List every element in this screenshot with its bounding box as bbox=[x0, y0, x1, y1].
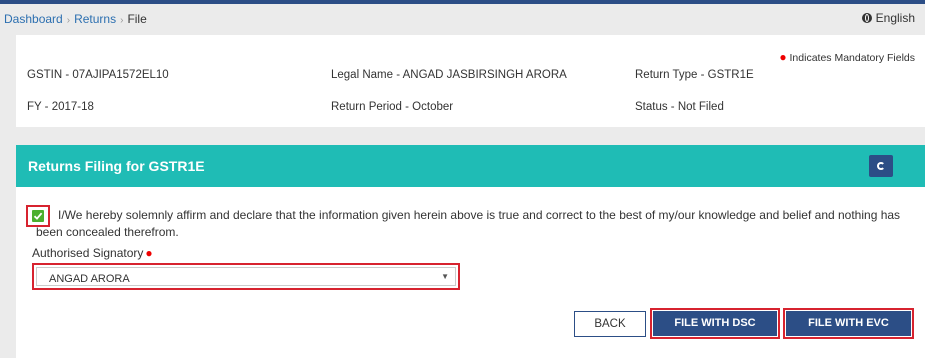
signatory-label-text: Authorised Signatory bbox=[32, 246, 144, 260]
refresh-button[interactable] bbox=[869, 155, 893, 177]
returns-filing-panel: Returns Filing for GSTR1E I/We hereby so… bbox=[16, 145, 925, 358]
globe-icon bbox=[861, 13, 872, 23]
mandatory-note-text: Indicates Mandatory Fields bbox=[789, 52, 915, 64]
top-accent-bar bbox=[0, 0, 925, 4]
return-period: Return Period - October bbox=[331, 101, 454, 113]
required-dot-icon: ● bbox=[779, 50, 787, 64]
breadcrumb-current: File bbox=[127, 12, 147, 26]
filing-title: Returns Filing for GSTR1E bbox=[28, 158, 205, 174]
file-with-dsc-label: FILE WITH DSC bbox=[653, 311, 777, 336]
financial-year: FY - 2017-18 bbox=[27, 101, 94, 113]
return-type: Return Type - GSTR1E bbox=[635, 69, 754, 81]
breadcrumb: Dashboard › Returns › File bbox=[4, 12, 147, 26]
breadcrumb-separator: › bbox=[66, 15, 71, 26]
signatory-select-box: ANGAD ARORA ▼ bbox=[36, 267, 456, 286]
return-info-card: ● Indicates Mandatory Fields GSTIN - 07A… bbox=[16, 35, 925, 127]
declaration-checkbox[interactable] bbox=[26, 205, 50, 227]
signatory-select[interactable]: ANGAD ARORA ▼ bbox=[32, 263, 460, 290]
caret-down-icon: ▼ bbox=[441, 272, 449, 281]
gstin: GSTIN - 07AJIPA1572EL10 bbox=[27, 69, 169, 81]
refresh-icon bbox=[877, 162, 885, 170]
mandatory-note: ● Indicates Mandatory Fields bbox=[779, 50, 915, 64]
legal-name: Legal Name - ANGAD JASBIRSINGH ARORA bbox=[331, 69, 567, 81]
filing-header: Returns Filing for GSTR1E bbox=[16, 145, 925, 187]
breadcrumb-returns[interactable]: Returns bbox=[74, 12, 116, 26]
file-with-evc-button[interactable]: FILE WITH EVC bbox=[783, 308, 914, 339]
breadcrumb-separator: › bbox=[120, 15, 124, 26]
declaration-text: I/We hereby solemnly affirm and declare … bbox=[36, 208, 901, 239]
language-label: English bbox=[875, 11, 915, 25]
status: Status - Not Filed bbox=[635, 101, 724, 113]
checkmark-icon bbox=[32, 210, 44, 222]
signatory-label: Authorised Signatory ● bbox=[32, 246, 153, 260]
file-with-dsc-button[interactable]: FILE WITH DSC bbox=[650, 308, 780, 339]
language-selector[interactable]: English bbox=[861, 11, 915, 25]
file-with-evc-label: FILE WITH EVC bbox=[786, 311, 911, 336]
signatory-value: ANGAD ARORA bbox=[49, 273, 130, 285]
required-dot-icon: ● bbox=[145, 246, 153, 260]
breadcrumb-dashboard[interactable]: Dashboard bbox=[4, 12, 63, 26]
back-button[interactable]: BACK bbox=[574, 311, 646, 337]
